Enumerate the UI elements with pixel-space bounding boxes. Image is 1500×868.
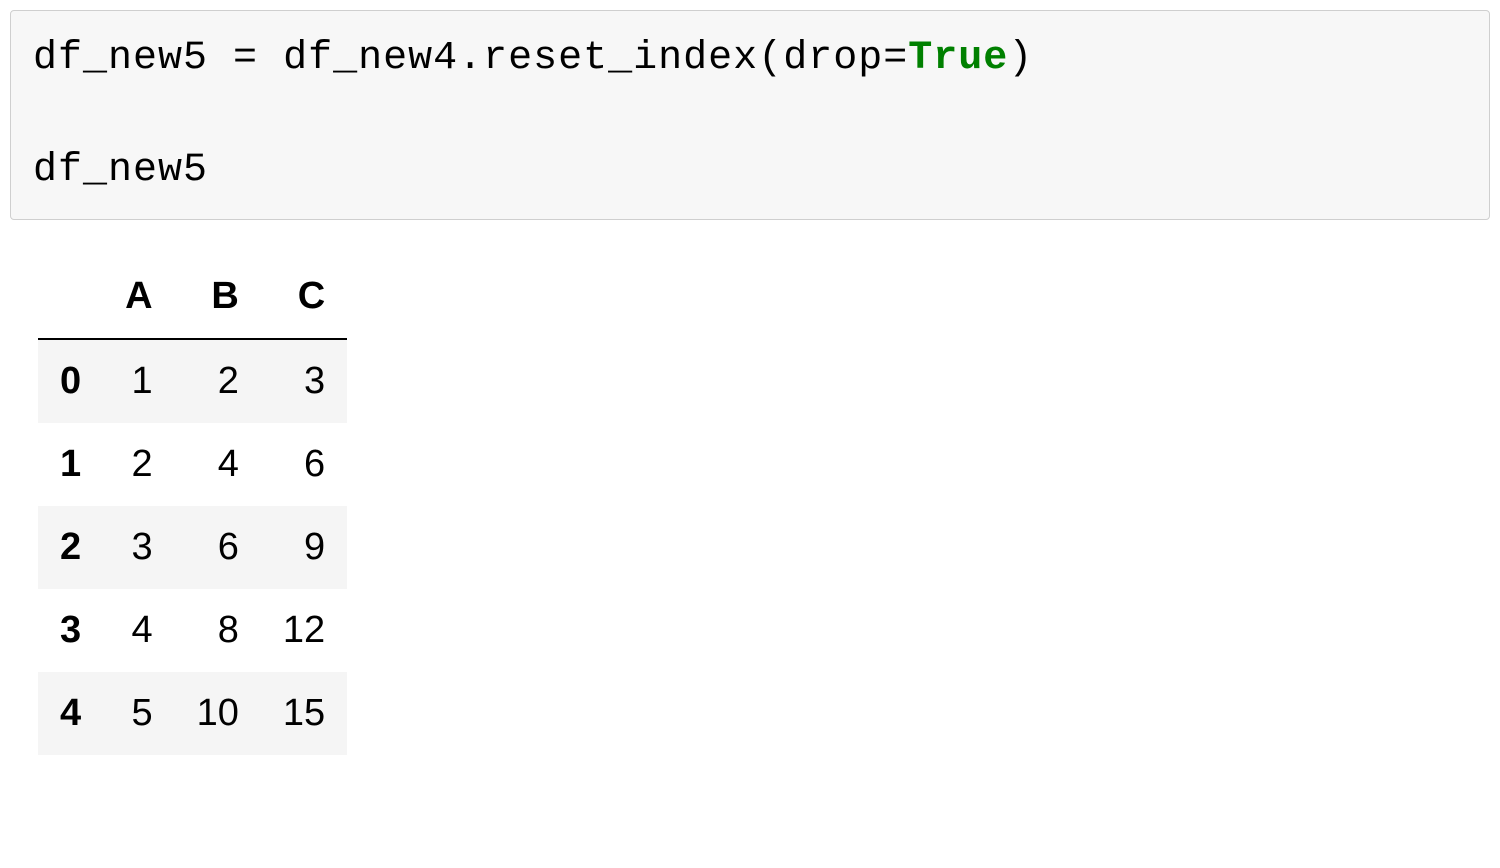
table-cell: 5: [103, 672, 174, 755]
code-method: reset_index: [483, 36, 758, 81]
table-cell: 3: [261, 339, 347, 423]
code-lparen: (: [758, 36, 783, 81]
table-index: 1: [38, 423, 103, 506]
table-index: 3: [38, 589, 103, 672]
code-rparen: ): [1008, 36, 1033, 81]
dataframe-table: A B C 0 1 2 3 1 2 4 6 2 3 6 9: [38, 255, 347, 755]
table-header-a: A: [103, 255, 174, 339]
table-cell: 4: [103, 589, 174, 672]
output-area: A B C 0 1 2 3 1 2 4 6 2 3 6 9: [38, 255, 1490, 755]
code-kw-true: True: [908, 36, 1008, 81]
table-index: 2: [38, 506, 103, 589]
code-line3: df_new5: [33, 148, 208, 193]
code-kwarg: drop: [783, 36, 883, 81]
table-cell: 15: [261, 672, 347, 755]
table-cell: 6: [175, 506, 261, 589]
code-equals: =: [233, 36, 258, 81]
code-var-in: df_new4: [283, 36, 458, 81]
code-var-out: df_new5: [33, 36, 208, 81]
table-cell: 2: [103, 423, 174, 506]
table-cell: 3: [103, 506, 174, 589]
table-cell: 4: [175, 423, 261, 506]
table-row: 2 3 6 9: [38, 506, 347, 589]
table-cell: 6: [261, 423, 347, 506]
table-header-c: C: [261, 255, 347, 339]
table-row: 4 5 10 15: [38, 672, 347, 755]
table-header-row: A B C: [38, 255, 347, 339]
code-kw-eq: =: [883, 36, 908, 81]
table-index: 0: [38, 339, 103, 423]
table-cell: 2: [175, 339, 261, 423]
table-cell: 9: [261, 506, 347, 589]
table-header-b: B: [175, 255, 261, 339]
table-cell: 8: [175, 589, 261, 672]
table-row: 1 2 4 6: [38, 423, 347, 506]
table-row: 0 1 2 3: [38, 339, 347, 423]
table-cell: 10: [175, 672, 261, 755]
table-cell: 1: [103, 339, 174, 423]
table-header-blank: [38, 255, 103, 339]
code-input-cell[interactable]: df_new5 = df_new4.reset_index(drop=True)…: [10, 10, 1490, 220]
table-cell: 12: [261, 589, 347, 672]
code-dot: .: [458, 36, 483, 81]
table-row: 3 4 8 12: [38, 589, 347, 672]
table-index: 4: [38, 672, 103, 755]
